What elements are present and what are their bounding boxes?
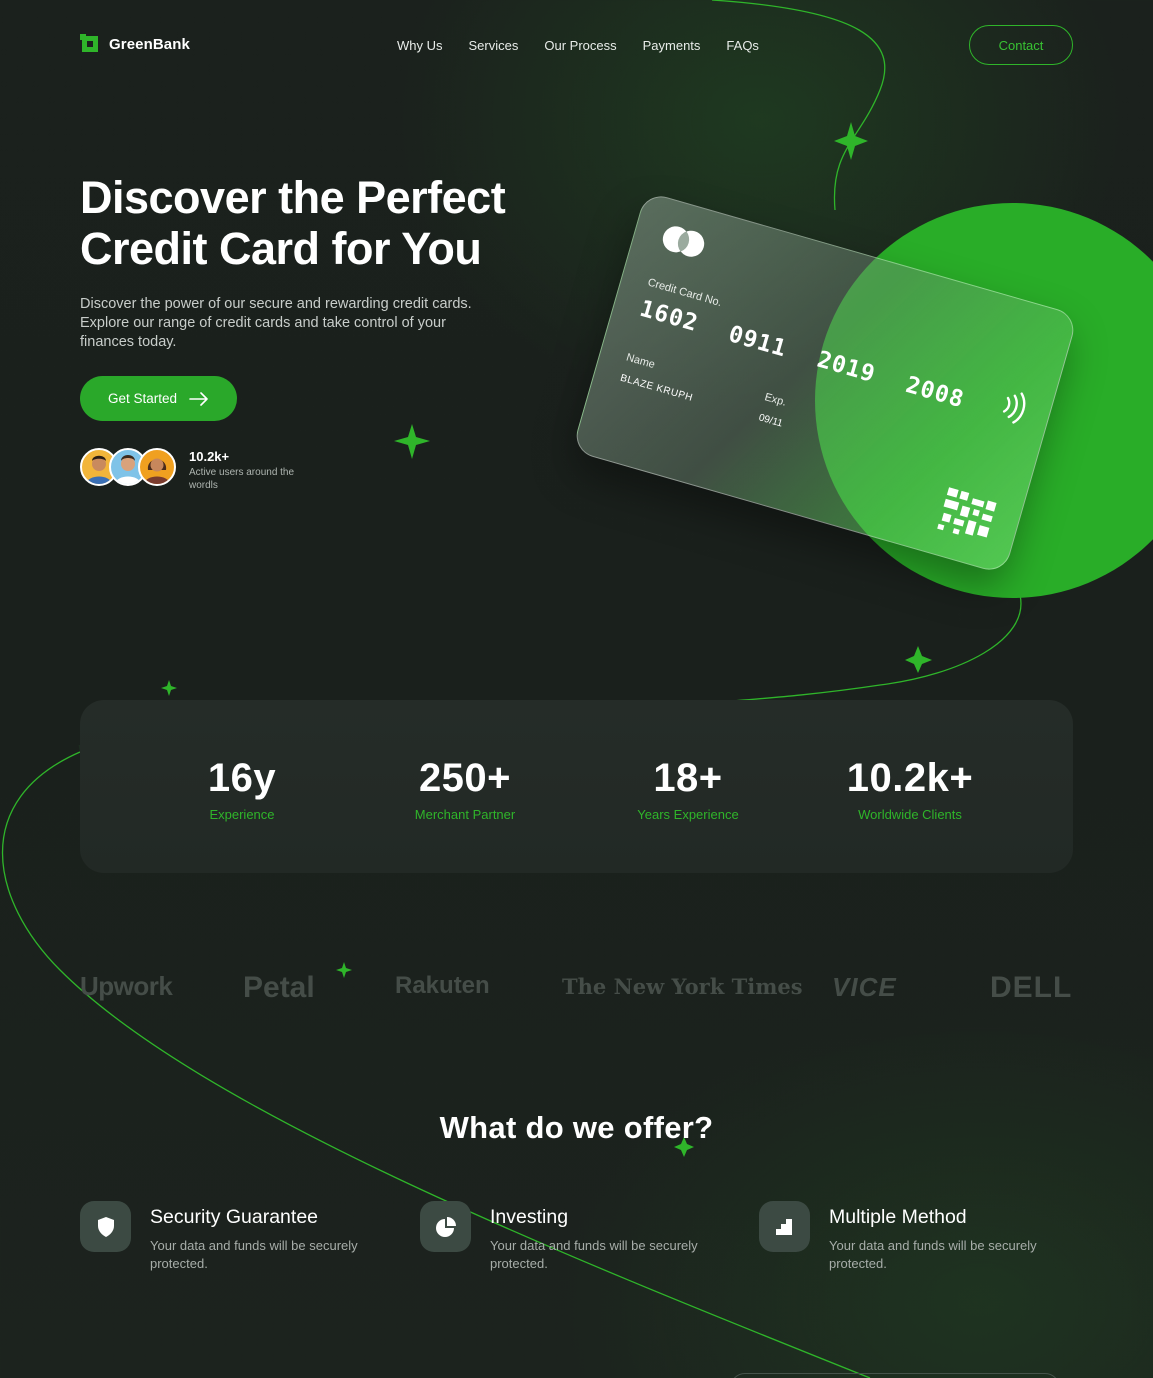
card-name-label: Name xyxy=(624,351,657,372)
offer-heading: Multiple Method xyxy=(829,1206,967,1228)
stat-worldwide-clients: 10.2k+ Worldwide Clients xyxy=(810,756,1010,822)
bar-chart-icon xyxy=(759,1201,810,1252)
sparkle-icon xyxy=(394,424,430,459)
offer-description: Your data and funds will be securely pro… xyxy=(150,1238,358,1271)
partner-logos: Upwork Petal Rakuten The New York Times … xyxy=(80,965,1073,1015)
sparkle-icon xyxy=(834,122,868,160)
stat-years-experience: 18+ Years Experience xyxy=(588,756,788,822)
stats-panel: 16y Experience 250+ Merchant Partner 18+… xyxy=(80,700,1073,873)
brand-logo-text: The New York Times xyxy=(562,974,803,999)
stat-label: Worldwide Clients xyxy=(858,807,962,822)
brand-logo-rakuten: Rakuten xyxy=(395,972,490,1000)
contactless-icon xyxy=(1002,392,1026,424)
hero-description: Discover the power of our secure and rew… xyxy=(80,296,472,350)
sparkle-icon xyxy=(905,646,932,673)
nav-faqs[interactable]: FAQs xyxy=(726,38,759,53)
stat-value: 250+ xyxy=(418,756,512,800)
brand-logo[interactable]: GreenBank xyxy=(80,34,190,54)
user-avatars xyxy=(80,448,176,486)
stat-merchant-partner: 250+ Merchant Partner xyxy=(365,756,565,822)
stat-label: Experience xyxy=(209,807,275,822)
active-users-count: 10.2k+ xyxy=(189,449,230,464)
offer-description: Your data and funds will be securely pro… xyxy=(490,1238,698,1271)
brand-logo-text: Petal xyxy=(243,971,315,1004)
stat-value: 10.2k+ xyxy=(846,756,974,800)
hero-title-line-1: Discover the Perfect xyxy=(80,172,506,223)
nav-services[interactable]: Services xyxy=(469,38,519,53)
brand-name: GreenBank xyxy=(109,35,190,53)
brand-logo-dell: DELL xyxy=(990,971,1072,1005)
avatar xyxy=(138,448,176,486)
brand-logo-text: DELL xyxy=(990,971,1073,1004)
nav-payments[interactable]: Payments xyxy=(643,38,701,53)
pie-chart-icon xyxy=(420,1201,471,1252)
brand-logo-text: Upwork xyxy=(80,971,173,1001)
stat-value: 16y xyxy=(207,756,277,800)
brand-logo-upwork: Upwork xyxy=(80,971,173,1002)
stat-label: Years Experience xyxy=(637,807,739,822)
brand-logo-vice: VICE xyxy=(832,972,897,1003)
chip-icon xyxy=(937,487,997,538)
stat-label: Merchant Partner xyxy=(414,807,516,822)
card-brand-icon xyxy=(662,226,705,257)
brand-logo-text: Rakuten xyxy=(395,972,490,999)
hero-title: Discover the Perfect Credit Card for You xyxy=(80,172,560,274)
active-users-label: Active users around the wordls xyxy=(189,467,295,491)
nav-our-process[interactable]: Our Process xyxy=(544,38,616,53)
hero-title-line-2: Credit Card for You xyxy=(80,223,482,274)
sparkle-icon xyxy=(161,680,177,696)
nav-why-us[interactable]: Why Us xyxy=(397,38,443,53)
arrow-right-icon xyxy=(189,391,208,406)
get-started-label: Get Started xyxy=(107,391,178,406)
get-started-button[interactable]: Get Started xyxy=(80,376,237,421)
offer-heading: Security Guarantee xyxy=(150,1206,319,1228)
offers-title: What do we offer? xyxy=(439,1110,714,1145)
brand-logo-nyt: The New York Times xyxy=(562,974,803,999)
contact-button[interactable]: Contact xyxy=(969,25,1073,65)
logo-icon xyxy=(80,34,100,54)
brand-logo-petal: Petal xyxy=(243,971,315,1005)
stat-experience: 16y Experience xyxy=(142,756,342,822)
stat-value: 18+ xyxy=(653,756,723,800)
card-exp-date: 09/11 xyxy=(757,412,784,430)
brand-logo-text: VICE xyxy=(832,972,897,1002)
shield-icon xyxy=(80,1201,131,1252)
offer-description: Your data and funds will be securely pro… xyxy=(829,1238,1037,1271)
main-nav: Why Us Services Our Process Payments FAQ… xyxy=(397,38,759,53)
card-exp-label: Exp. xyxy=(763,391,788,409)
card-holder-name: BLAZE KRUPH xyxy=(618,372,695,404)
next-section-peek xyxy=(730,1373,1060,1378)
offer-heading: Investing xyxy=(490,1206,569,1228)
